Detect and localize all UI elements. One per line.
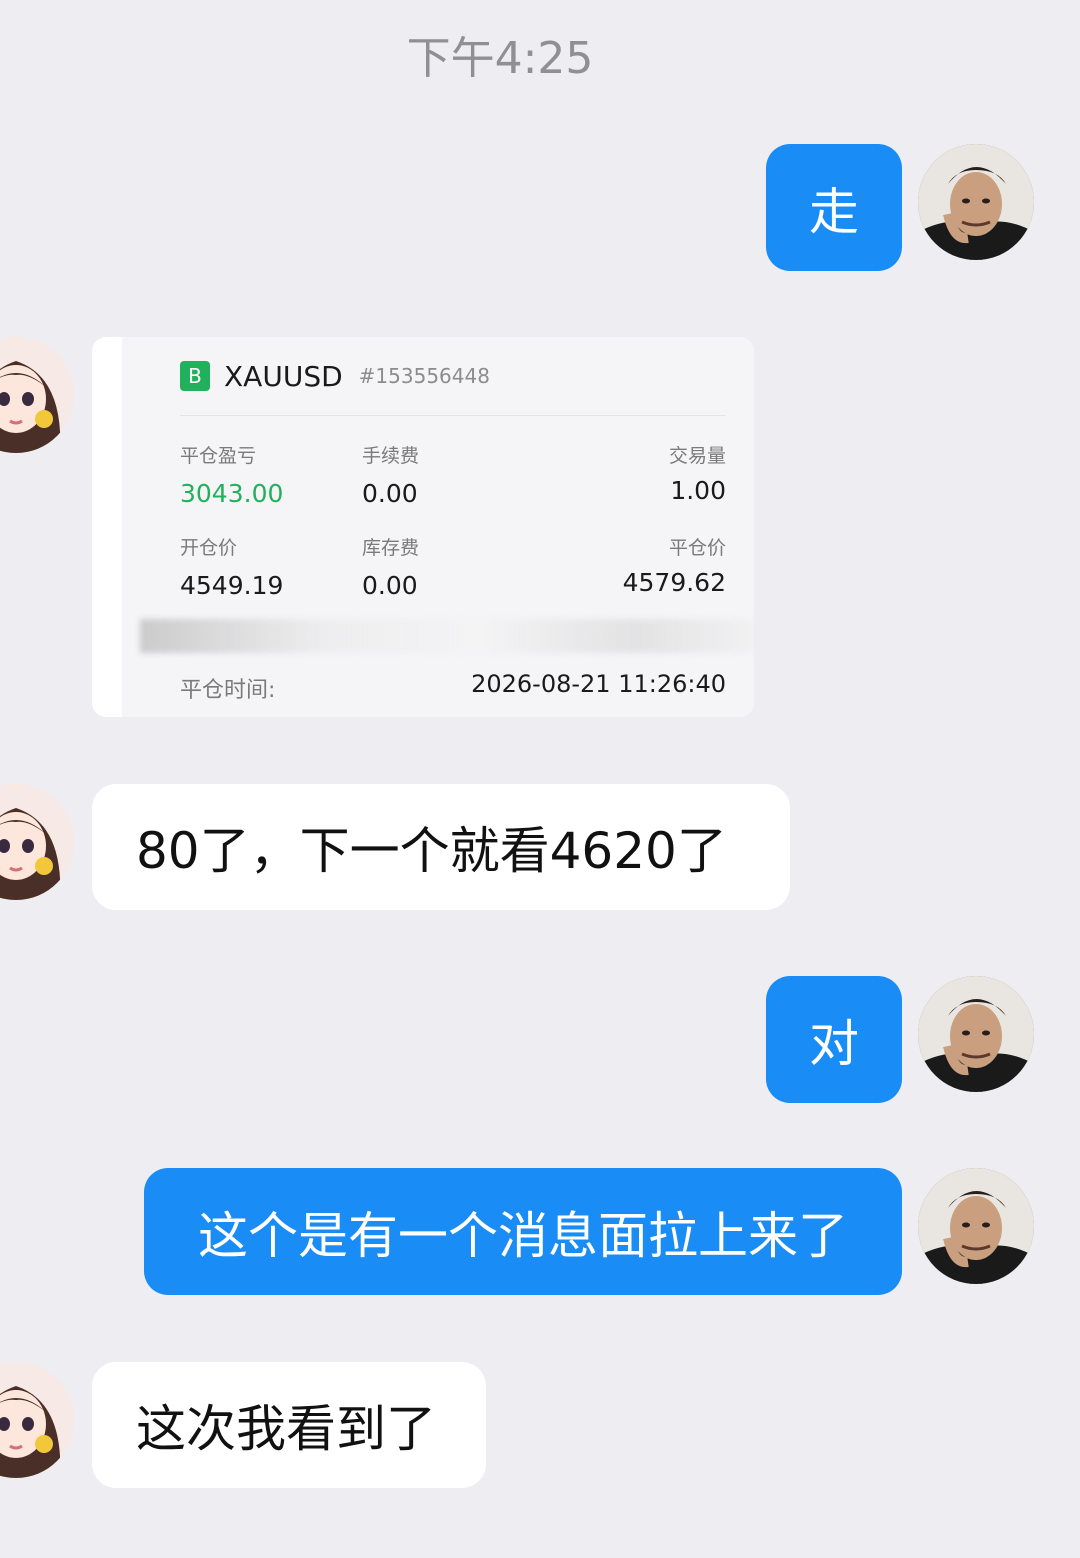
trade-header: B XAUUSD #153556448 — [180, 359, 490, 393]
order-id: #153556448 — [358, 364, 490, 388]
open-price-label: 开仓价 — [180, 537, 238, 559]
message-bubble-incoming[interactable]: 80了，下一个就看4620了 — [92, 784, 790, 910]
close-time-value: 2026-08-21 11:26:40 — [471, 670, 726, 698]
message-bubble-outgoing[interactable]: 走 — [766, 144, 902, 271]
volume-label: 交易量 — [668, 445, 726, 467]
woman-cartoon-icon — [0, 1362, 74, 1478]
close-pnl-label: 平仓盈亏 — [180, 445, 257, 467]
message-text: 80了，下一个就看4620了 — [136, 822, 727, 880]
open-price-value: 4549.19 — [180, 571, 284, 600]
close-price-value: 4579.62 — [622, 568, 726, 597]
close-price-label: 平仓价 — [668, 537, 726, 559]
message-text: 这个是有一个消息面拉上来了 — [198, 1206, 848, 1265]
message-text: 这次我看到了 — [136, 1400, 436, 1458]
message-bubble-incoming[interactable]: 这次我看到了 — [92, 1362, 486, 1488]
card-divider — [180, 415, 726, 416]
contact-avatar[interactable] — [0, 337, 74, 453]
user-avatar[interactable] — [918, 1168, 1034, 1284]
contact-avatar[interactable] — [0, 784, 74, 900]
man-portrait-icon — [918, 976, 1034, 1092]
chat-timestamp: 下午4:25 — [406, 33, 594, 84]
message-text: 对 — [809, 1014, 859, 1073]
message-bubble-outgoing[interactable]: 这个是有一个消息面拉上来了 — [144, 1168, 902, 1295]
close-pnl-value: 3043.00 — [180, 479, 284, 508]
man-portrait-icon — [918, 144, 1034, 260]
contact-avatar[interactable] — [0, 1362, 74, 1478]
man-portrait-icon — [918, 1168, 1034, 1284]
swap-value: 0.00 — [362, 571, 418, 600]
message-text: 走 — [809, 182, 859, 241]
trade-card-content: B XAUUSD #153556448 平仓盈亏 3043.00 手续费 0.0… — [122, 337, 754, 717]
user-avatar[interactable] — [918, 144, 1034, 260]
woman-cartoon-icon — [0, 337, 74, 453]
fee-value: 0.00 — [362, 479, 418, 508]
buy-badge: B — [180, 361, 210, 391]
redacted-blur — [140, 619, 754, 653]
trade-symbol: XAUUSD — [224, 359, 343, 393]
volume-value: 1.00 — [670, 476, 726, 505]
user-avatar[interactable] — [918, 976, 1034, 1092]
swap-label: 库存费 — [362, 537, 420, 559]
fee-label: 手续费 — [362, 445, 420, 467]
trade-record-card[interactable]: B XAUUSD #153556448 平仓盈亏 3043.00 手续费 0.0… — [92, 337, 754, 717]
woman-cartoon-icon — [0, 784, 74, 900]
message-bubble-outgoing[interactable]: 对 — [766, 976, 902, 1103]
close-time-label: 平仓时间: — [180, 678, 276, 703]
